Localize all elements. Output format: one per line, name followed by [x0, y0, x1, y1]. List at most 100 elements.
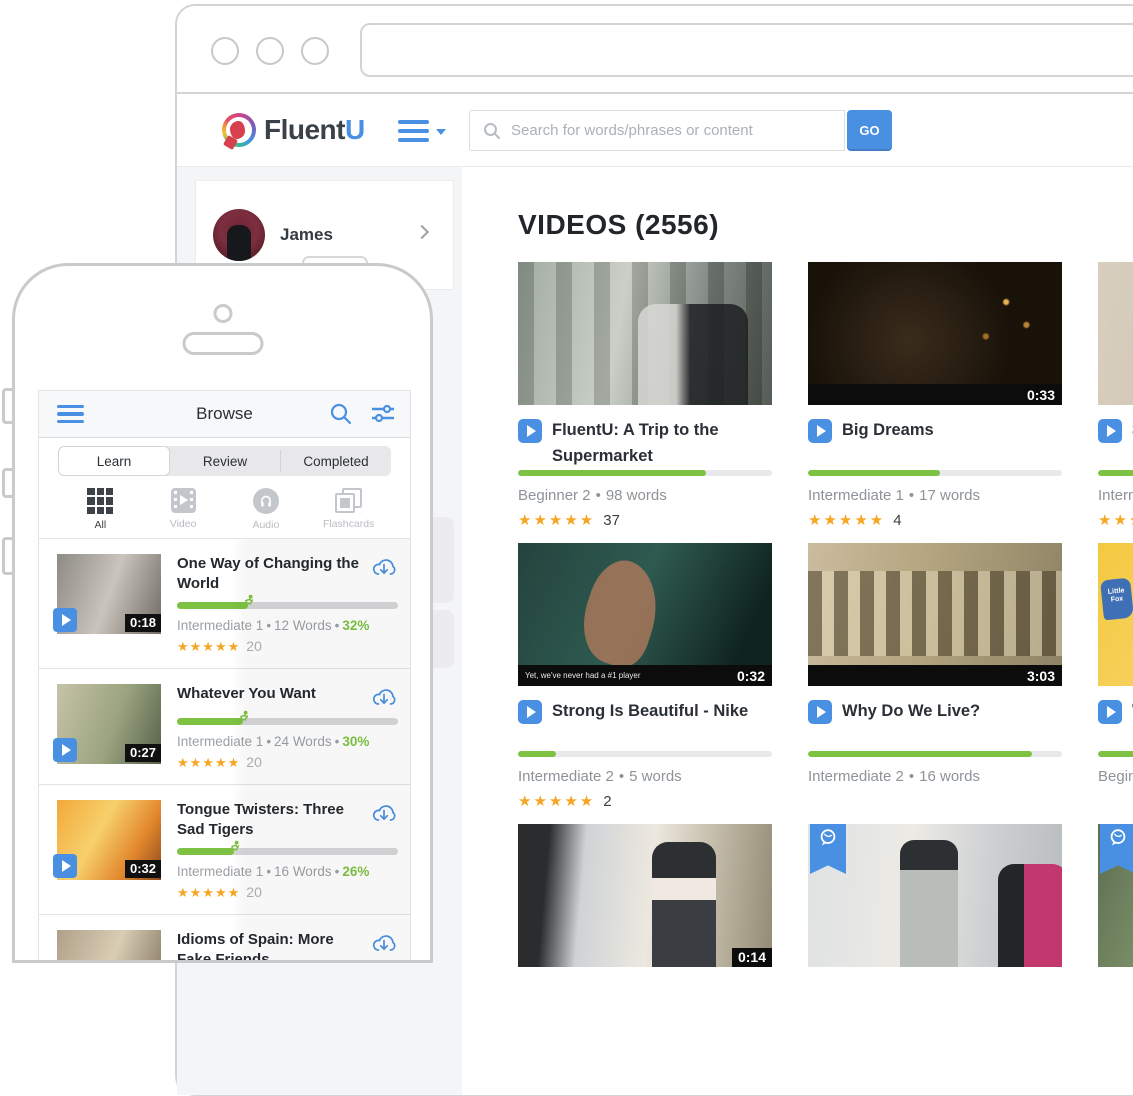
window-control-minimize[interactable] — [256, 37, 284, 65]
play-icon[interactable] — [518, 419, 542, 443]
search-icon[interactable] — [330, 403, 352, 425]
phone-mockup: Browse Learn Review Completed All Video — [12, 263, 433, 963]
video-thumbnail[interactable]: 0:33 — [808, 262, 1062, 405]
video-card[interactable]: 0:14 — [518, 824, 772, 967]
filter-video[interactable]: Video — [142, 488, 225, 531]
tab-learn[interactable]: Learn — [58, 446, 170, 476]
thumbnail-bottom-bar: 0:33 — [808, 384, 1062, 405]
list-item[interactable]: 0:27 Whatever You Want Intermediate 1•24… — [39, 669, 410, 785]
video-card[interactable]: 3:03 Why Do We Live? Intermediate 2•16 w… — [808, 543, 1062, 810]
segmented-control: Learn Review Completed — [58, 446, 391, 476]
phone-screen: Browse Learn Review Completed All Video — [38, 390, 411, 960]
video-card[interactable]: 0:33 Big Dreams Intermediate 1•17 words … — [808, 262, 1062, 529]
phone-speaker — [182, 332, 263, 355]
phone-camera — [213, 304, 232, 323]
video-thumbnail[interactable]: 0:14 — [518, 824, 772, 967]
content-type-filters: All Video Audio Flashcards — [39, 476, 410, 539]
progress-bar — [808, 470, 1062, 476]
user-name: James — [280, 225, 333, 245]
video-meta: Intermediate 2•5 words — [518, 768, 772, 785]
browser-chrome — [177, 6, 1133, 94]
video-thumbnail[interactable] — [1098, 824, 1133, 967]
video-thumbnail[interactable]: 0:18 — [57, 554, 161, 634]
duration-badge: 0:33 — [1027, 387, 1055, 403]
video-thumbnail[interactable]: 3:03 — [808, 543, 1062, 686]
address-bar[interactable] — [360, 23, 1133, 77]
flashcards-icon — [335, 488, 362, 513]
video-card[interactable] — [1098, 824, 1133, 967]
video-list: 0:18 One Way of Changing the World Inter… — [39, 539, 410, 960]
progress-bar — [177, 848, 398, 855]
window-control-maximize[interactable] — [301, 37, 329, 65]
play-icon[interactable] — [518, 700, 542, 724]
headphones-icon — [253, 488, 279, 514]
logo-text: FluentU — [264, 114, 365, 146]
video-thumbnail[interactable]: Yet, we've never had a #1 player 0:32 — [518, 543, 772, 686]
chevron-right-icon — [415, 225, 429, 239]
download-cloud-icon[interactable] — [370, 931, 398, 955]
video-thumbnail[interactable] — [518, 262, 772, 405]
page-title: VIDEOS (2556) — [518, 209, 1133, 241]
video-meta: Intermediate 1•16 Words•26% — [177, 864, 398, 879]
video-title: Big Dreams — [808, 418, 1062, 444]
caret-down-icon — [436, 129, 446, 135]
video-title: Tongue Twisters: Three Sad Tigers — [177, 800, 362, 839]
play-icon[interactable] — [53, 854, 77, 878]
go-button[interactable]: GO — [847, 110, 892, 151]
download-cloud-icon[interactable] — [370, 555, 398, 579]
main-menu-button[interactable] — [398, 120, 446, 142]
list-item[interactable]: 0:32 Tongue Twisters: Three Sad Tigers I… — [39, 785, 410, 915]
list-item[interactable]: 0:18 One Way of Changing the World Inter… — [39, 539, 410, 669]
globe-icon — [817, 827, 839, 849]
video-card[interactable]: 3:01 — [808, 824, 1062, 967]
video-grid: FluentU: A Trip to the Supermarket Begin… — [518, 262, 1133, 967]
video-meta: Intermediate 1•12 Words•32% — [177, 618, 398, 633]
duration-badge: 0:32 — [125, 860, 161, 878]
video-thumbnail[interactable]: 0:32 — [57, 800, 161, 880]
globe-icon — [1107, 827, 1129, 849]
tab-completed[interactable]: Completed — [281, 446, 391, 476]
play-icon[interactable] — [808, 419, 832, 443]
filter-flashcards[interactable]: Flashcards — [307, 488, 390, 531]
search-input[interactable] — [511, 122, 811, 139]
star-rating: ★★★★★20 — [177, 638, 398, 655]
video-title: Strong Is Beautiful - Nike — [518, 699, 772, 725]
filter-audio[interactable]: Audio — [225, 488, 308, 531]
hamburger-icon — [398, 120, 429, 142]
video-card[interactable]: Yet, we've never had a #1 player 0:32 St… — [518, 543, 772, 810]
play-icon[interactable] — [1098, 419, 1122, 443]
video-icon — [171, 488, 196, 513]
video-card[interactable]: Little Fox W Beginner — [1098, 543, 1133, 810]
video-meta: Intermediate 1 — [1098, 487, 1133, 504]
duration-badge: 0:32 — [737, 668, 765, 684]
video-thumbnail[interactable]: 3:01 — [808, 824, 1062, 967]
download-cloud-icon[interactable] — [370, 685, 398, 709]
video-title: Why Do We Live? — [808, 699, 1062, 725]
phone-side-button — [2, 468, 15, 498]
progress-bar — [1098, 470, 1133, 476]
play-icon[interactable] — [808, 700, 832, 724]
progress-bar — [177, 602, 398, 609]
play-icon[interactable] — [1098, 700, 1122, 724]
tab-review[interactable]: Review — [170, 446, 280, 476]
download-cloud-icon[interactable] — [370, 801, 398, 825]
video-thumbnail[interactable]: 0:27 — [57, 684, 161, 764]
play-icon[interactable] — [53, 738, 77, 762]
video-card[interactable]: 3 Intermediate 1 ★★★★★ — [1098, 262, 1133, 529]
play-icon[interactable] — [53, 608, 77, 632]
duration-badge: 0:27 — [125, 744, 161, 762]
star-rating: ★★★★★20 — [177, 754, 398, 771]
filter-all[interactable]: All — [59, 488, 142, 531]
search-icon — [483, 122, 501, 140]
filter-sliders-icon[interactable] — [370, 403, 396, 425]
video-thumbnail[interactable]: Little Fox — [1098, 543, 1133, 686]
video-meta: Beginner 2•98 words — [518, 487, 772, 504]
fluentu-logo[interactable]: FluentU — [222, 113, 365, 147]
runner-icon — [241, 594, 255, 609]
video-card[interactable]: FluentU: A Trip to the Supermarket Begin… — [518, 262, 772, 529]
list-item[interactable]: 0:18 Idioms of Spain: More Fake Friends … — [39, 915, 410, 960]
search-bar: GO — [469, 110, 892, 151]
window-control-close[interactable] — [211, 37, 239, 65]
video-thumbnail[interactable] — [1098, 262, 1133, 405]
fluentu-ribbon-badge — [1100, 824, 1133, 874]
